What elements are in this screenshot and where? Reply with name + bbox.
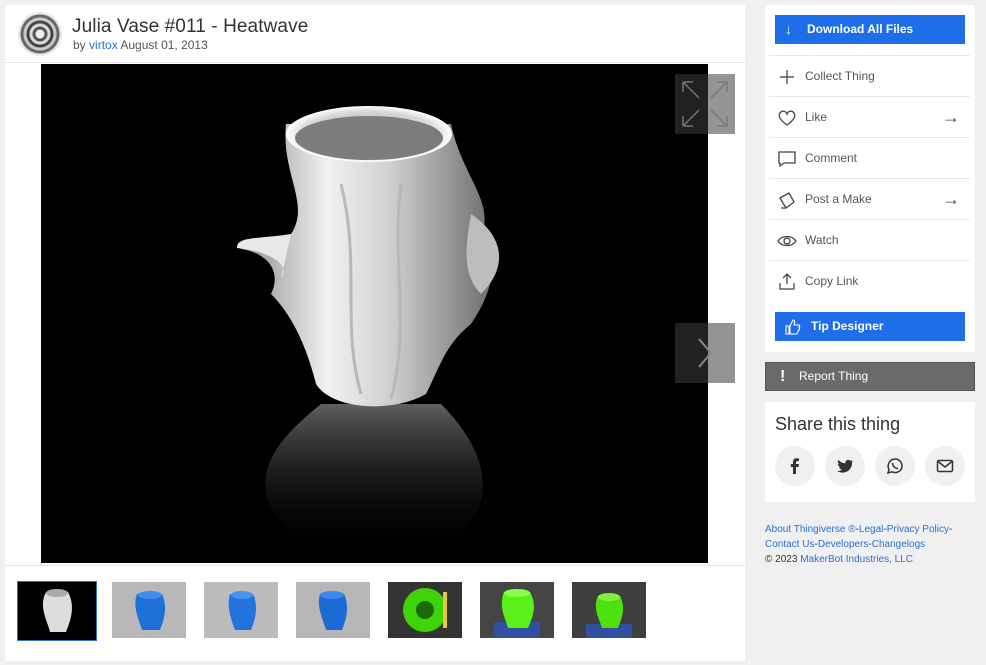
like-label: Like (805, 110, 828, 124)
watch-label: Watch (805, 233, 839, 247)
arrow-right-icon: → (942, 189, 960, 209)
thumbnail-green-vase-2[interactable] (572, 582, 646, 638)
thumbnail-white-vase[interactable] (17, 581, 97, 641)
share-card: Share this thing (765, 402, 975, 502)
share-upload-icon (779, 273, 795, 290)
copy-link-button[interactable]: Copy Link (769, 260, 970, 301)
collect-thing-button[interactable]: Collect Thing (769, 55, 970, 96)
footer-link-about[interactable]: About Thingiverse ® (765, 524, 856, 535)
download-all-button[interactable]: ↓ Download All Files (775, 15, 965, 44)
download-icon: ↓ (785, 21, 792, 37)
page-title: Julia Vase #011 - Heatwave (72, 16, 309, 37)
post-make-label: Post a Make (805, 192, 872, 206)
footer-links-line-2: Contact Us-Developers-Changelogs (765, 539, 926, 550)
fullscreen-button[interactable] (675, 74, 735, 134)
report-label: Report Thing (799, 369, 869, 383)
email-icon (936, 459, 954, 473)
twitter-icon (837, 459, 853, 473)
tip-designer-button[interactable]: Tip Designer (775, 312, 965, 341)
exclamation-icon: ! (780, 368, 786, 385)
publish-date: August 01, 2013 (120, 38, 208, 52)
footer-copyright: © 2023 MakerBot Industries, LLC (765, 552, 975, 567)
thumbnail-blue-vase-3[interactable] (296, 582, 370, 638)
footer-link-changelogs[interactable]: Changelogs (872, 539, 925, 550)
whatsapp-share-button[interactable] (875, 446, 915, 486)
actions-card: ↓ Download All Files Collect Thing Like … (765, 5, 975, 352)
footer-link-contact[interactable]: Contact Us (765, 539, 814, 550)
copy-link-label: Copy Link (805, 274, 859, 288)
download-label: Download All Files (807, 22, 914, 36)
byline: by virtox August 01, 2013 (73, 38, 208, 52)
vase-image (236, 106, 500, 556)
arrow-right-icon: → (942, 107, 960, 127)
author-link[interactable]: virtox (89, 38, 118, 52)
comment-label: Comment (805, 151, 858, 165)
footer-link-privacy[interactable]: Privacy Policy (887, 524, 949, 535)
company-link[interactable]: MakerBot Industries, LLC (800, 554, 913, 565)
footer-links-line-1: About Thingiverse ®-Legal-Privacy Policy… (765, 524, 953, 535)
thumbs-up-icon (785, 319, 801, 335)
comment-icon (778, 151, 796, 168)
footer-link-developers[interactable]: Developers (818, 539, 869, 550)
copyright-text: © 2023 (765, 554, 798, 565)
comment-button[interactable]: Comment (769, 137, 970, 178)
make-icon (779, 192, 795, 209)
eye-icon (777, 235, 797, 247)
byline-prefix: by (73, 38, 86, 52)
thumbnail-blue-vase-2[interactable] (204, 582, 278, 638)
thing-main-card: Julia Vase #011 - Heatwave by virtox Aug… (5, 5, 745, 661)
fullscreen-icon (682, 81, 728, 127)
avatar[interactable] (18, 12, 62, 56)
footer: About Thingiverse ®-Legal-Privacy Policy… (765, 522, 975, 567)
report-thing-button[interactable]: ! Report Thing (765, 362, 975, 391)
thing-header: Julia Vase #011 - Heatwave by virtox Aug… (5, 5, 745, 63)
plus-icon (780, 70, 794, 84)
share-title: Share this thing (775, 414, 901, 434)
thumbnail-green-vase-top[interactable] (388, 582, 462, 638)
watch-button[interactable]: Watch (769, 219, 970, 260)
thumbnail-strip (5, 565, 745, 661)
thumbnail-blue-vase-1[interactable] (112, 582, 186, 638)
chevron-right-icon (698, 338, 713, 368)
tip-label: Tip Designer (811, 319, 884, 333)
collect-label: Collect Thing (805, 69, 875, 83)
footer-link-legal[interactable]: Legal (859, 524, 883, 535)
email-share-button[interactable] (925, 446, 965, 486)
heart-icon (778, 110, 796, 126)
post-a-make-button[interactable]: Post a Make → (769, 178, 970, 219)
whatsapp-icon (886, 458, 903, 475)
like-button[interactable]: Like → (769, 96, 970, 137)
image-viewer[interactable] (41, 64, 708, 563)
facebook-icon (790, 458, 799, 474)
twitter-share-button[interactable] (825, 446, 865, 486)
facebook-share-button[interactable] (775, 446, 815, 486)
next-image-button[interactable] (675, 323, 735, 383)
thumbnail-green-vase-1[interactable] (480, 582, 554, 638)
